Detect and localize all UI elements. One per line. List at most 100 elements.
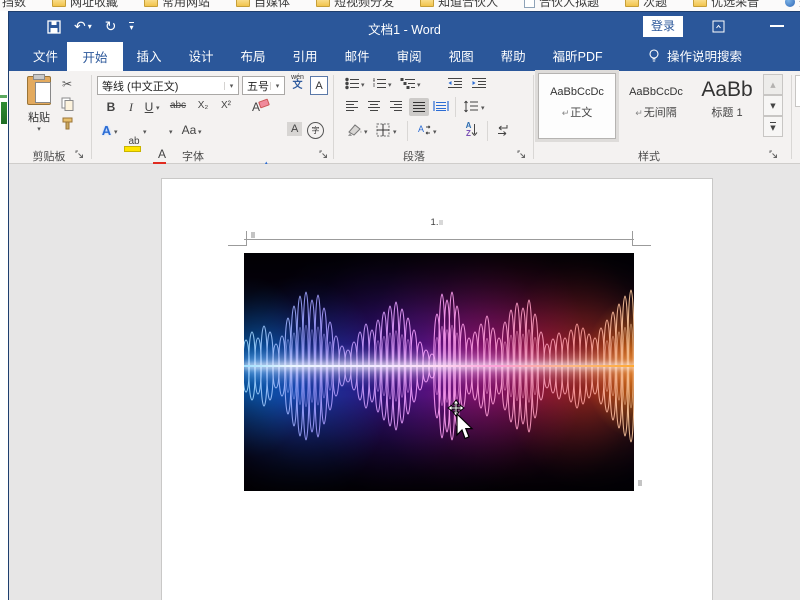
- highlight-color-button[interactable]: ab: [126, 136, 142, 147]
- subscript-button[interactable]: X₂: [194, 100, 212, 111]
- text-effects-button[interactable]: A: [99, 123, 114, 138]
- text-effects-dropdown[interactable]: ▾: [114, 128, 118, 136]
- document-canvas[interactable]: 1.: [9, 164, 800, 600]
- numbering-button[interactable]: [372, 77, 387, 90]
- more-styles-button[interactable]: ▼: [763, 116, 783, 137]
- superscript-button[interactable]: X²: [217, 100, 235, 111]
- increase-indent-button[interactable]: [471, 77, 487, 90]
- asian-layout-dropdown[interactable]: ▾: [433, 128, 437, 136]
- character-shading-button[interactable]: A: [287, 122, 302, 136]
- soundwave-image[interactable]: [244, 253, 634, 491]
- multilevel-dropdown[interactable]: ▾: [417, 81, 421, 89]
- style-name: 标题 1: [711, 107, 742, 119]
- clipboard-dialog-launcher[interactable]: [75, 150, 85, 160]
- underline-button[interactable]: U: [142, 100, 156, 114]
- bold-button[interactable]: B: [103, 100, 119, 114]
- tab-view[interactable]: 视图: [435, 46, 487, 65]
- bookmark-item[interactable]: 合伙人拟题: [524, 0, 599, 10]
- bookmark-label: 自媒体: [254, 0, 290, 10]
- cut-button[interactable]: ✂: [62, 77, 72, 91]
- tab-design[interactable]: 设计: [175, 46, 227, 65]
- bookmark-label: 知道合伙人: [438, 0, 498, 10]
- copy-icon: [61, 97, 74, 111]
- scroll-up-button[interactable]: ▲: [763, 74, 783, 95]
- style-card-heading1[interactable]: AaBb 标题 1: [695, 74, 759, 138]
- asian-layout-button[interactable]: A: [415, 123, 432, 137]
- paste-button[interactable]: 粘贴 ▾: [21, 76, 57, 144]
- tab-references[interactable]: 引用: [279, 46, 331, 65]
- style-card-normal[interactable]: AaBbCcDc ↵正文: [539, 74, 615, 138]
- tell-me-search[interactable]: 操作说明搜索: [647, 40, 742, 71]
- tab-foxit-pdf[interactable]: 福昕PDF: [539, 46, 616, 65]
- font-size-combo[interactable]: 五号 ▾: [242, 76, 285, 95]
- align-right-button[interactable]: [389, 100, 403, 112]
- group-divider: [91, 75, 92, 159]
- sign-in-button[interactable]: 登录: [643, 16, 683, 37]
- bullets-button[interactable]: [345, 77, 360, 90]
- bookmark-item[interactable]: 次题: [625, 0, 667, 10]
- highlight-dropdown[interactable]: ▾: [143, 128, 147, 136]
- title-bar[interactable]: ↶ ▾ ↻ ▾ 文档1 - Word 登录: [9, 11, 800, 40]
- font-dialog-launcher[interactable]: [319, 150, 329, 160]
- justify-button-selected[interactable]: [409, 98, 429, 116]
- align-center-button[interactable]: [367, 100, 381, 112]
- show-hide-marks-button[interactable]: [495, 123, 510, 137]
- shading-dropdown[interactable]: ▾: [364, 128, 368, 136]
- tab-file[interactable]: 文件: [19, 40, 72, 71]
- scroll-down-button[interactable]: ▼: [763, 95, 783, 116]
- align-left-button[interactable]: [345, 100, 359, 112]
- decrease-indent-button[interactable]: [447, 77, 463, 90]
- borders-dropdown[interactable]: ▾: [393, 128, 397, 136]
- tab-help[interactable]: 帮助: [487, 46, 539, 65]
- font-color-dropdown[interactable]: ▾: [169, 128, 173, 136]
- font-name-combo[interactable]: 等线 (中文正文) ▾: [97, 76, 239, 95]
- small-divider: [407, 121, 408, 141]
- tab-review[interactable]: 审阅: [383, 46, 435, 65]
- change-case-dropdown[interactable]: ▾: [198, 128, 202, 136]
- bookmark-item[interactable]: 知道合伙人: [420, 0, 498, 10]
- bullets-dropdown[interactable]: ▾: [361, 81, 365, 89]
- bookmark-item[interactable]: 短视频分发: [316, 0, 394, 10]
- line-spacing-dropdown[interactable]: ▾: [481, 104, 485, 112]
- strikethrough-button[interactable]: abc: [167, 100, 189, 111]
- bookmark-item[interactable]: 优选采音: [693, 0, 759, 10]
- background-fragment: [1, 102, 7, 124]
- shading-button[interactable]: [347, 123, 363, 137]
- numbering-dropdown[interactable]: ▾: [388, 81, 392, 89]
- pinyin-bottom: 文: [288, 81, 307, 91]
- phonetic-guide-button[interactable]: wén 文: [288, 74, 307, 97]
- bookmark-item[interactable]: 网址收藏: [52, 0, 118, 10]
- bookmark-item[interactable]: 常用网站: [144, 0, 210, 10]
- tab-home-active[interactable]: 开始: [67, 42, 123, 71]
- bookmark-item[interactable]: 知道: [785, 0, 800, 10]
- styles-dialog-launcher[interactable]: [769, 150, 779, 160]
- chevron-down-icon: ▾: [270, 82, 284, 90]
- italic-button[interactable]: I: [124, 100, 138, 115]
- paragraph-mark: [439, 220, 443, 225]
- copy-button[interactable]: [61, 97, 74, 111]
- clear-formatting-button[interactable]: A: [249, 100, 263, 114]
- document-page[interactable]: 1.: [161, 178, 713, 600]
- tab-layout[interactable]: 布局: [227, 46, 279, 65]
- minimize-button[interactable]: [770, 25, 784, 27]
- bookmark-item[interactable]: 挡数: [2, 0, 26, 10]
- paragraph-dialog-launcher[interactable]: [517, 150, 527, 160]
- style-card-no-spacing[interactable]: AaBbCcDc ↵无间隔: [619, 74, 693, 138]
- body-text-line[interactable]: 1.: [162, 217, 712, 228]
- ribbon-display-options-button[interactable]: [711, 19, 726, 34]
- sort-button[interactable]: A Z: [461, 122, 483, 138]
- format-painter-button[interactable]: [61, 117, 74, 130]
- distribute-button[interactable]: [433, 100, 449, 112]
- bookmark-label: 网址收藏: [70, 0, 118, 10]
- tab-mailings[interactable]: 邮件: [331, 46, 383, 65]
- tab-insert[interactable]: 插入: [123, 46, 175, 65]
- character-border-button[interactable]: A: [310, 76, 328, 95]
- change-case-button[interactable]: Aa: [180, 123, 198, 137]
- borders-button[interactable]: [376, 123, 390, 137]
- underline-dropdown[interactable]: ▾: [156, 104, 160, 112]
- multilevel-list-button[interactable]: [400, 77, 416, 90]
- line-spacing-button[interactable]: [463, 100, 479, 113]
- style-preview: AaBb: [695, 78, 759, 102]
- bookmark-item[interactable]: 自媒体: [236, 0, 290, 10]
- enclose-characters-button[interactable]: 字: [307, 122, 324, 139]
